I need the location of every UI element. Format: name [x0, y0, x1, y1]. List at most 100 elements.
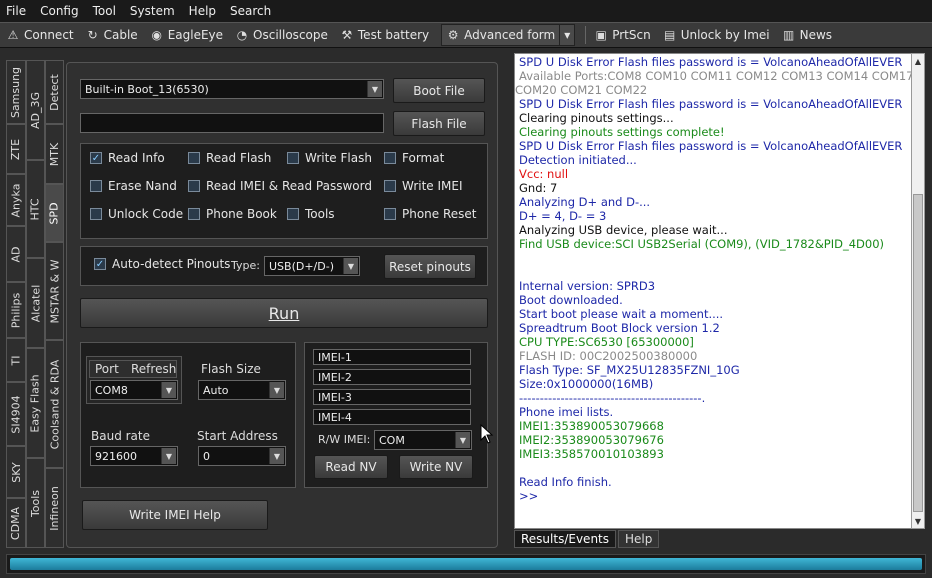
log-line: IMEI3:358570010103893 — [519, 447, 664, 461]
tab-easy-flash[interactable]: Easy Flash — [26, 348, 45, 458]
tab-samsung[interactable]: Samsung — [6, 60, 26, 124]
imei-3-input[interactable]: IMEI-3 — [313, 389, 471, 405]
toolbar: ⚠ Connect ↻ Cable ◉ EagleEye ◔ Oscilloscope … — [0, 22, 932, 48]
tab-si4904[interactable]: SI4904 — [6, 382, 26, 446]
log-line: Vcc: null — [519, 167, 569, 181]
eagleeye-button[interactable]: ◉ EagleEye — [150, 28, 223, 42]
document-icon: ▤ — [664, 28, 676, 42]
menu-file[interactable]: File — [6, 4, 26, 18]
tab-philips[interactable]: Philips — [6, 282, 26, 338]
boot-file-button[interactable]: Boot File — [393, 78, 485, 103]
prtscn-button[interactable]: ▣ PrtScn — [594, 28, 651, 42]
advanced-form-button[interactable]: ⚙ Advanced form — [441, 24, 561, 46]
write-imei-checkbox[interactable]: Write IMEI — [384, 179, 463, 193]
start-address-select[interactable]: 0 ▼ — [198, 446, 286, 466]
unlock-by-imei-button[interactable]: ▤ Unlock by Imei — [663, 28, 770, 42]
tab-tools[interactable]: Tools — [26, 458, 45, 548]
tab-mtk[interactable]: MTK — [45, 124, 64, 184]
write-flash-checkbox[interactable]: Write Flash — [287, 151, 372, 165]
tab-help[interactable]: Help — [618, 530, 660, 548]
tools-checkbox[interactable]: Tools — [287, 207, 335, 221]
oscilloscope-button[interactable]: ◔ Oscilloscope — [235, 28, 328, 42]
run-button[interactable]: Run — [80, 298, 488, 328]
tab-htc[interactable]: HTC — [26, 160, 45, 258]
cable-button[interactable]: ↻ Cable — [86, 28, 138, 42]
tab-alcatel[interactable]: Alcatel — [26, 258, 45, 348]
chevron-down-icon: ▾ — [564, 28, 571, 42]
log-line: Start boot please wait a moment.... — [519, 307, 724, 321]
write-imei-help-button[interactable]: Write IMEI Help — [82, 500, 268, 530]
port-select[interactable]: COM8 ▼ — [90, 380, 178, 400]
tab-results-events[interactable]: Results/Events — [514, 530, 617, 548]
tab-infineon[interactable]: Infineon — [45, 468, 64, 548]
tab-mstar-w[interactable]: MSTAR & W — [45, 242, 64, 340]
menu-bar: File Config Tool System Help Search — [0, 0, 932, 22]
tab-cdma[interactable]: CDMA — [6, 498, 26, 548]
menu-system[interactable]: System — [130, 4, 175, 18]
log-line: Clearing pinouts settings... — [519, 111, 674, 125]
log-line: D+ = 4, D- = 3 — [519, 209, 607, 223]
read-info-checkbox[interactable]: ✓ Read Info — [90, 151, 165, 165]
news-button[interactable]: ▥ News — [782, 28, 832, 42]
menu-config[interactable]: Config — [40, 4, 79, 18]
write-nv-button[interactable]: Write NV — [399, 455, 473, 479]
tab-anyka[interactable]: Anyka — [6, 174, 26, 226]
pinout-type-select[interactable]: USB(D+/D-) ▼ — [264, 256, 360, 276]
log-line: FLASH ID: 00C2002500380000 — [519, 349, 698, 363]
results-log[interactable]: SPD U Disk Error Flash files password is… — [514, 53, 912, 529]
read-flash-checkbox[interactable]: Read Flash — [188, 151, 271, 165]
scroll-thumb[interactable] — [913, 194, 923, 512]
reset-pinouts-button[interactable]: Reset pinouts — [384, 254, 476, 279]
imei-1-input[interactable]: IMEI-1 — [313, 349, 471, 365]
baud-rate-label: Baud rate — [91, 429, 150, 443]
vertical-tabs: Samsung ZTE Anyka AD Philips TI SI4904 S… — [6, 52, 64, 552]
unlock-code-checkbox[interactable]: Unlock Code — [90, 207, 183, 221]
scroll-down-icon[interactable]: ▼ — [912, 514, 924, 528]
chevron-down-icon: ▼ — [343, 258, 358, 274]
phone-book-checkbox[interactable]: Phone Book — [188, 207, 277, 221]
tab-sky[interactable]: SKY — [6, 446, 26, 498]
log-line: Internal version: SPRD3 — [519, 279, 656, 293]
refresh-button[interactable]: Refresh — [131, 362, 176, 376]
log-scrollbar[interactable]: ▲ ▼ — [911, 53, 925, 529]
progress-fill — [10, 558, 922, 570]
menu-help[interactable]: Help — [189, 4, 216, 18]
tab-coolsand-rda[interactable]: Coolsand & RDA — [45, 340, 64, 468]
flash-size-select[interactable]: Auto ▼ — [198, 380, 286, 400]
flash-file-button[interactable]: Flash File — [393, 111, 485, 136]
tab-ad-3g[interactable]: AD_3G — [26, 60, 45, 160]
format-checkbox[interactable]: Format — [384, 151, 444, 165]
tab-ti[interactable]: TI — [6, 338, 26, 382]
imei-2-input[interactable]: IMEI-2 — [313, 369, 471, 385]
log-line: SPD U Disk Error Flash files password is… — [519, 97, 903, 111]
scroll-up-icon[interactable]: ▲ — [912, 54, 924, 68]
read-imei-password-checkbox[interactable]: Read IMEI & Read Password — [188, 179, 372, 193]
erase-nand-checkbox[interactable]: Erase Nand — [90, 179, 177, 193]
menu-search[interactable]: Search — [230, 4, 271, 18]
auto-detect-pinouts-checkbox[interactable]: ✓ Auto-detect Pinouts — [94, 257, 230, 271]
baud-rate-select[interactable]: 921600 ▼ — [90, 446, 178, 466]
log-line: Find USB device:SCI USB2Serial (COM9), (… — [519, 237, 885, 251]
log-line: CPU TYPE:SC6530 [65300000] — [519, 335, 694, 349]
menu-tool[interactable]: Tool — [93, 4, 116, 18]
connect-button[interactable]: ⚠ Connect — [6, 28, 74, 42]
log-line: Size:0x1000000(16MB) — [519, 377, 654, 391]
boot-select[interactable]: Built-in Boot_13(6530) ▼ — [80, 79, 384, 99]
read-nv-button[interactable]: Read NV — [314, 455, 388, 479]
tab-detect[interactable]: Detect — [45, 60, 64, 124]
test-battery-button[interactable]: ⚒ Test battery — [340, 28, 430, 42]
progress-bar — [6, 554, 926, 574]
tab-zte[interactable]: ZTE — [6, 124, 26, 174]
rw-imei-select[interactable]: COM ▼ — [374, 430, 472, 450]
tab-spd[interactable]: SPD — [45, 184, 64, 242]
imei-4-input[interactable]: IMEI-4 — [313, 409, 471, 425]
log-line: >> — [519, 489, 539, 503]
log-line: ----------------------------------------… — [519, 391, 706, 405]
tab-ad[interactable]: AD — [6, 226, 26, 282]
phone-reset-checkbox[interactable]: Phone Reset — [384, 207, 477, 221]
flash-file-input[interactable] — [80, 113, 384, 133]
wrench-icon: ⚒ — [341, 28, 353, 42]
advanced-form-dropdown[interactable]: ▾ — [559, 24, 576, 46]
